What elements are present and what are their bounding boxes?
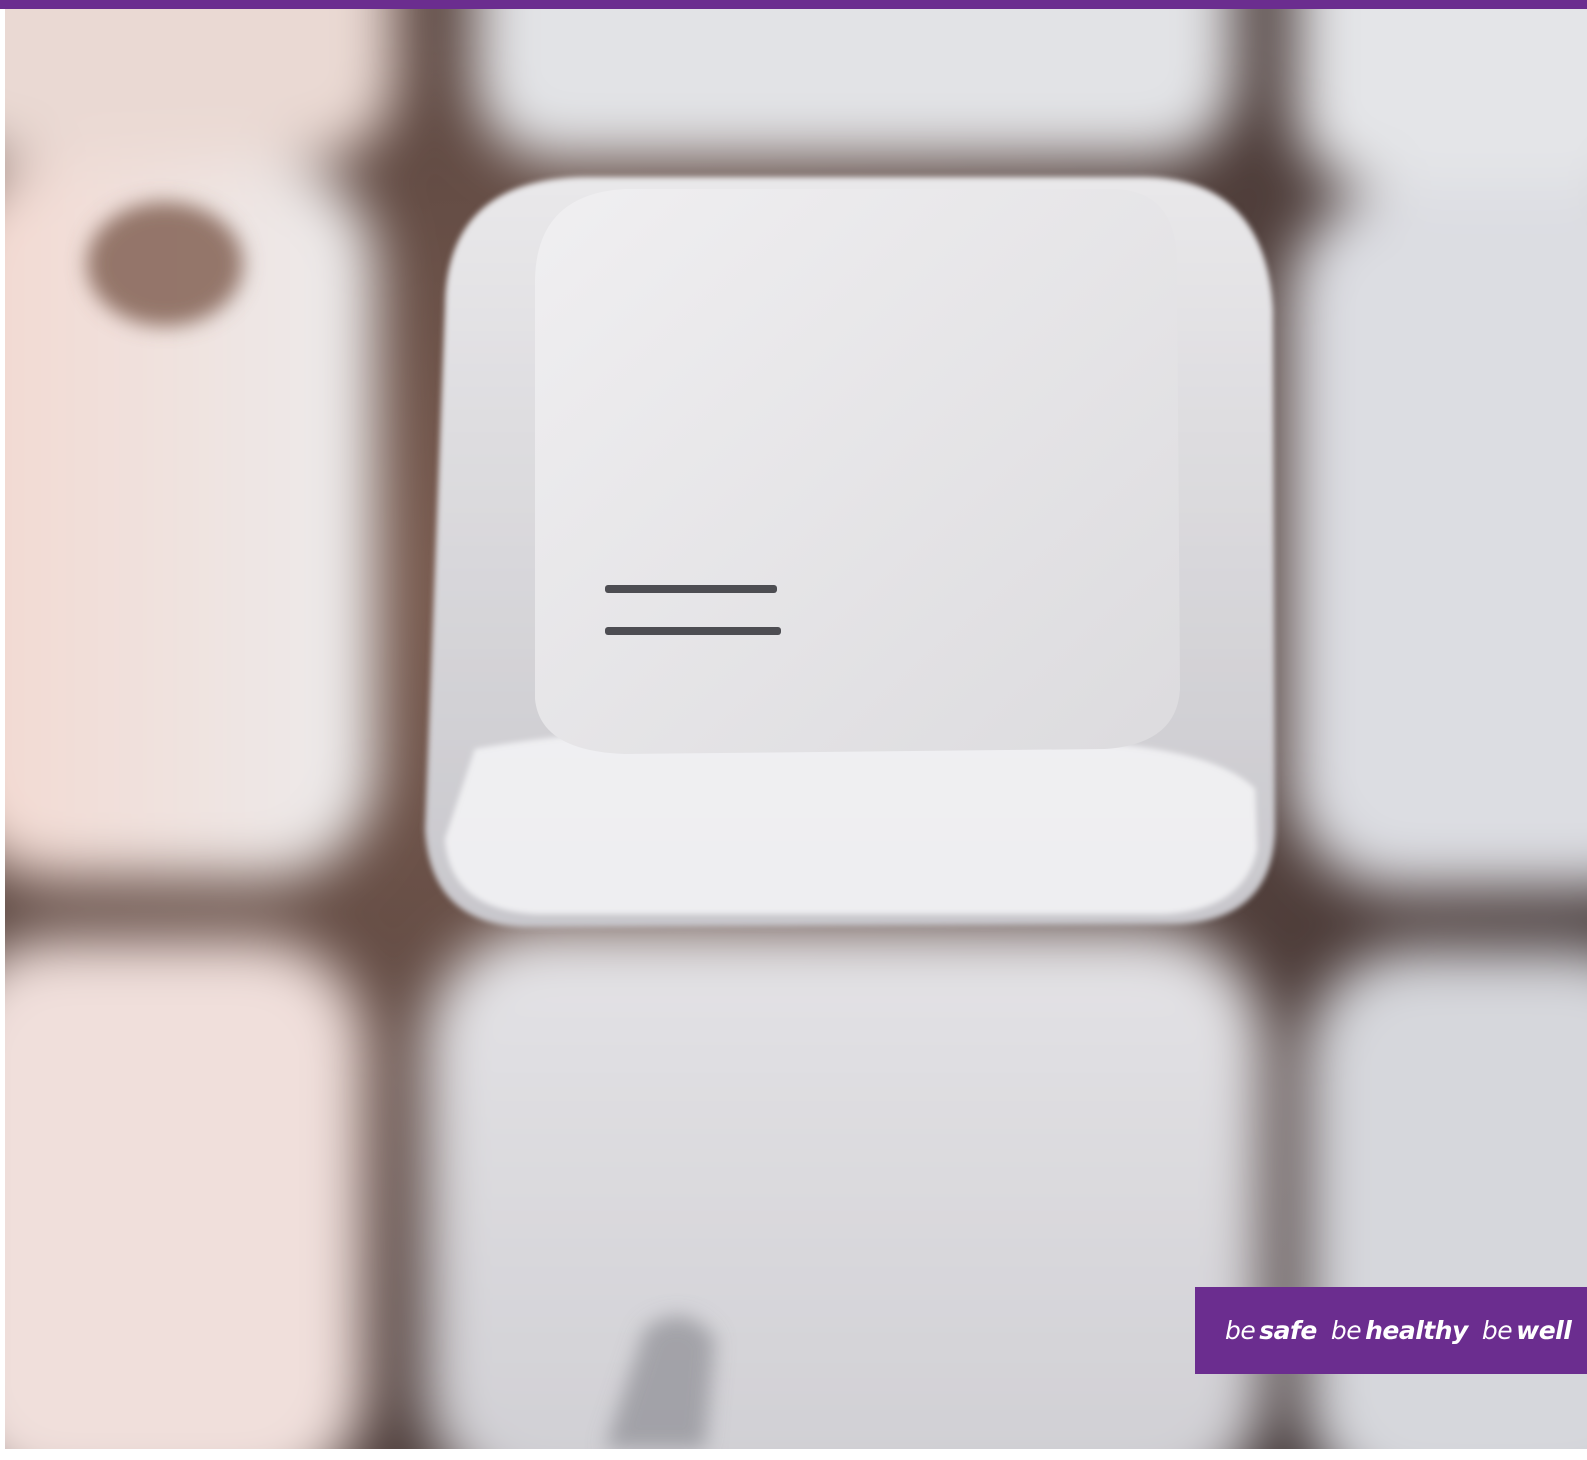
tagline-word-safe: safe xyxy=(1259,1316,1317,1345)
tagline-banner: be safe be healthy be well xyxy=(1195,1287,1587,1374)
focused-key xyxy=(425,177,1275,927)
tagline-be-3: be xyxy=(1481,1316,1513,1345)
tagline-be-1: be xyxy=(1225,1316,1256,1345)
top-brand-bar xyxy=(0,0,1587,9)
tagline-word-healthy: healthy xyxy=(1365,1316,1468,1345)
poster-page: be safe be healthy be well xyxy=(0,0,1587,1460)
keyboard-photo xyxy=(5,9,1587,1449)
tagline-be-2: be xyxy=(1330,1316,1362,1345)
tagline-word-well: well xyxy=(1516,1316,1572,1345)
